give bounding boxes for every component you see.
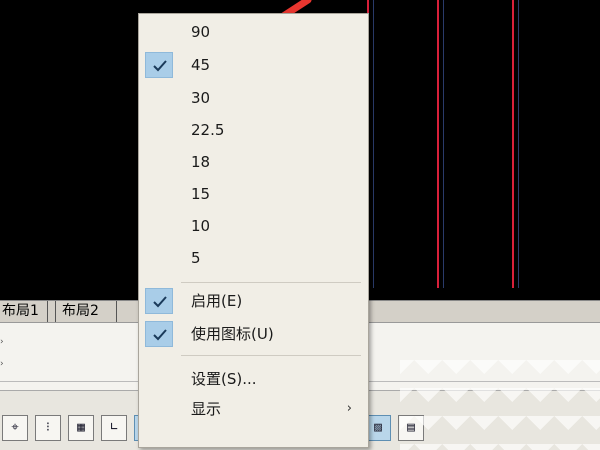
- snap-toggle-button[interactable]: ⌖: [2, 415, 28, 441]
- transparency-icon: ▨: [374, 420, 382, 435]
- menu-item-angle-22-5[interactable]: 22.5: [139, 115, 368, 145]
- menu-item-angle-5[interactable]: 5: [139, 243, 368, 273]
- menu-item-label: 设置(S)...: [191, 370, 257, 388]
- menu-item-label: 45: [191, 56, 211, 74]
- menu-item-angle-10[interactable]: 10: [139, 211, 368, 241]
- chevron-right-icon: ›: [346, 401, 352, 416]
- red-vertical-line[interactable]: [437, 0, 439, 288]
- command-history-marker: ›: [0, 337, 4, 347]
- menu-item-label: 15: [191, 185, 211, 203]
- menu-item-label: 90: [191, 23, 211, 41]
- menu-item-use-icons[interactable]: 使用图标(U): [139, 319, 368, 349]
- menu-item-angle-18[interactable]: 18: [139, 147, 368, 177]
- blue-vertical-line[interactable]: [373, 0, 374, 288]
- menu-item-enable[interactable]: 启用(E): [139, 286, 368, 316]
- red-vertical-line[interactable]: [512, 0, 514, 288]
- watermark-pattern: [400, 360, 600, 450]
- tab-layout1[interactable]: 布局1: [0, 301, 48, 323]
- menu-item-label: 10: [191, 217, 211, 235]
- blue-vertical-line[interactable]: [518, 0, 519, 288]
- menu-item-angle-30[interactable]: 30: [139, 83, 368, 113]
- menu-separator: [181, 282, 361, 283]
- menu-item-label: 30: [191, 89, 211, 107]
- menu-item-label: 5: [191, 249, 201, 267]
- grid-dots-icon: ⁝: [45, 420, 51, 435]
- menu-item-display[interactable]: 显示 ›: [139, 394, 368, 424]
- tab-layout2[interactable]: 布局2: [55, 301, 117, 323]
- menu-item-angle-45[interactable]: 45: [139, 50, 368, 80]
- command-history-marker: ›: [0, 359, 4, 369]
- ortho-icon: ∟: [110, 420, 118, 435]
- menu-item-label: 18: [191, 153, 211, 171]
- menu-item-label: 22.5: [191, 121, 225, 139]
- checkmark-icon: [145, 321, 173, 347]
- grid-icon: ▦: [77, 420, 85, 435]
- blue-vertical-line[interactable]: [443, 0, 444, 288]
- grid-dots-toggle-button[interactable]: ⁝: [35, 415, 61, 441]
- snap-icon: ⌖: [11, 420, 19, 435]
- checkmark-icon: [145, 52, 173, 78]
- menu-item-label: 使用图标(U): [191, 325, 274, 343]
- menu-item-settings[interactable]: 设置(S)...: [139, 364, 368, 394]
- menu-separator: [181, 355, 361, 356]
- grid-toggle-button[interactable]: ▦: [68, 415, 94, 441]
- menu-item-angle-15[interactable]: 15: [139, 179, 368, 209]
- menu-item-label: 显示: [191, 400, 222, 418]
- polar-angle-context-menu: 90 45 30 22.5 18 15 10 5 启用(E) 使用图标(U) 设…: [138, 13, 369, 448]
- menu-item-label: 启用(E): [191, 292, 243, 310]
- checkmark-icon: [145, 288, 173, 314]
- ortho-toggle-button[interactable]: ∟: [101, 415, 127, 441]
- menu-item-angle-90[interactable]: 90: [139, 17, 368, 47]
